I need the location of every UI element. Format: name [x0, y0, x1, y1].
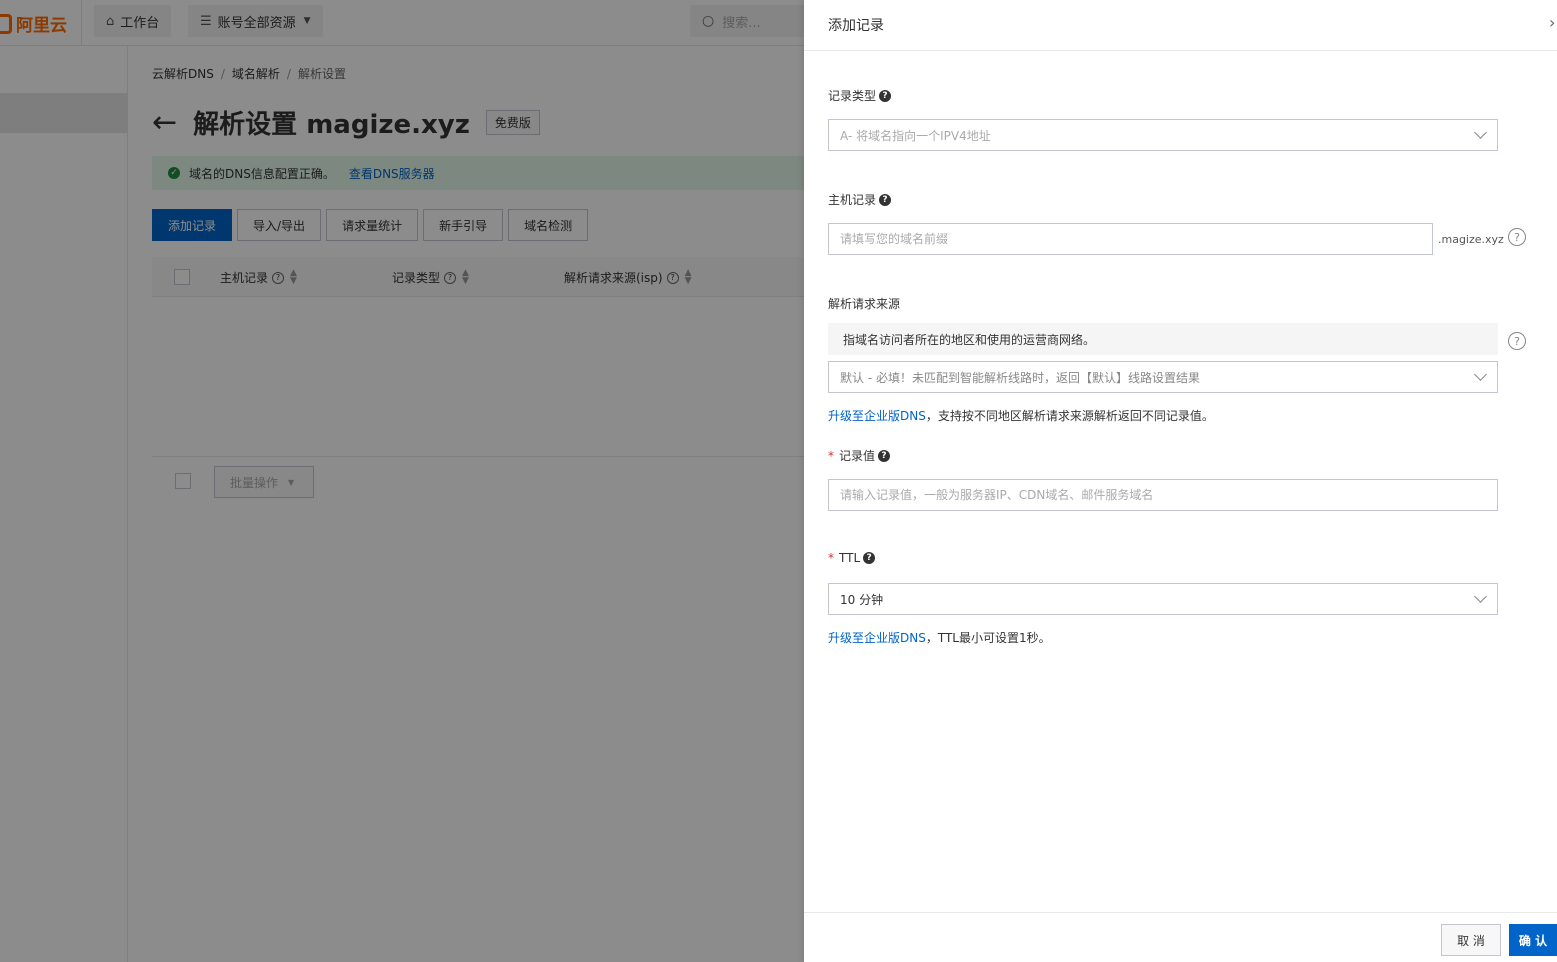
ttl-label: * TTL ?	[828, 551, 876, 565]
record-type-value: A- 将域名指向一个IPV4地址	[840, 128, 991, 143]
request-source-hint-text: 指域名访问者所在的地区和使用的运营商网络。	[843, 332, 1096, 347]
host-record-input-wrapper	[828, 223, 1433, 255]
ttl-label-text: TTL	[839, 551, 861, 565]
record-value-input-wrapper	[828, 479, 1498, 511]
help-icon[interactable]: ?	[878, 449, 891, 462]
record-type-label-text: 记录类型	[828, 89, 877, 103]
close-icon[interactable]: ›	[1549, 13, 1555, 32]
confirm-button[interactable]: 确 认	[1509, 924, 1557, 956]
host-record-label: 主机记录 ?	[828, 191, 892, 208]
source-upgrade-tip-text: ，支持按不同地区解析请求来源解析返回不同记录值。	[925, 409, 1214, 423]
upgrade-enterprise-link[interactable]: 升级至企业版DNS	[828, 409, 926, 423]
add-record-drawer: 添加记录 › 记录类型 ? A- 将域名指向一个IPV4地址 主机记录 ? .m…	[804, 0, 1557, 962]
request-source-value: 默认 - 必填！未匹配到智能解析线路时，返回【默认】线路设置结果	[840, 370, 1200, 385]
ttl-select[interactable]: 10 分钟	[828, 583, 1498, 615]
drawer-header: 添加记录 ›	[804, 0, 1557, 51]
required-mark: *	[828, 448, 834, 463]
request-source-hint: 指域名访问者所在的地区和使用的运营商网络。	[828, 323, 1498, 355]
chevron-down-icon	[1474, 368, 1487, 381]
request-source-label: 解析请求来源	[828, 295, 900, 312]
modal-overlay[interactable]	[0, 0, 804, 962]
source-upgrade-tip: 升级至企业版DNS，支持按不同地区解析请求来源解析返回不同记录值。	[828, 407, 1214, 424]
request-source-select[interactable]: 默认 - 必填！未匹配到智能解析线路时，返回【默认】线路设置结果	[828, 361, 1498, 393]
ttl-upgrade-tip: 升级至企业版DNS，TTL最小可设置1秒。	[828, 629, 1051, 646]
record-value-label-text: 记录值	[839, 449, 876, 463]
required-mark: *	[828, 551, 834, 565]
question-circle-icon[interactable]: ?	[1508, 228, 1526, 246]
record-type-select[interactable]: A- 将域名指向一个IPV4地址	[828, 119, 1498, 151]
record-value-input[interactable]	[840, 488, 1497, 502]
ttl-upgrade-tip-text: ，TTL最小可设置1秒。	[925, 631, 1051, 645]
ttl-value: 10 分钟	[840, 592, 884, 607]
drawer-title: 添加记录	[828, 18, 884, 34]
domain-suffix: .magize.xyz	[1438, 233, 1504, 246]
help-icon[interactable]: ?	[863, 552, 876, 564]
help-icon[interactable]: ?	[879, 89, 892, 102]
host-record-label-text: 主机记录	[828, 193, 877, 207]
record-value-label: * 记录值 ?	[828, 447, 891, 464]
upgrade-enterprise-link[interactable]: 升级至企业版DNS	[828, 631, 926, 645]
question-circle-icon[interactable]: ?	[1508, 332, 1526, 350]
help-icon[interactable]: ?	[879, 193, 892, 206]
host-record-input[interactable]	[840, 232, 1432, 246]
chevron-down-icon	[1474, 126, 1487, 139]
record-type-label: 记录类型 ?	[828, 87, 892, 104]
cancel-button[interactable]: 取 消	[1441, 924, 1501, 956]
chevron-down-icon	[1474, 590, 1487, 603]
drawer-footer: 取 消 确 认	[804, 912, 1557, 962]
request-source-label-text: 解析请求来源	[828, 297, 901, 311]
